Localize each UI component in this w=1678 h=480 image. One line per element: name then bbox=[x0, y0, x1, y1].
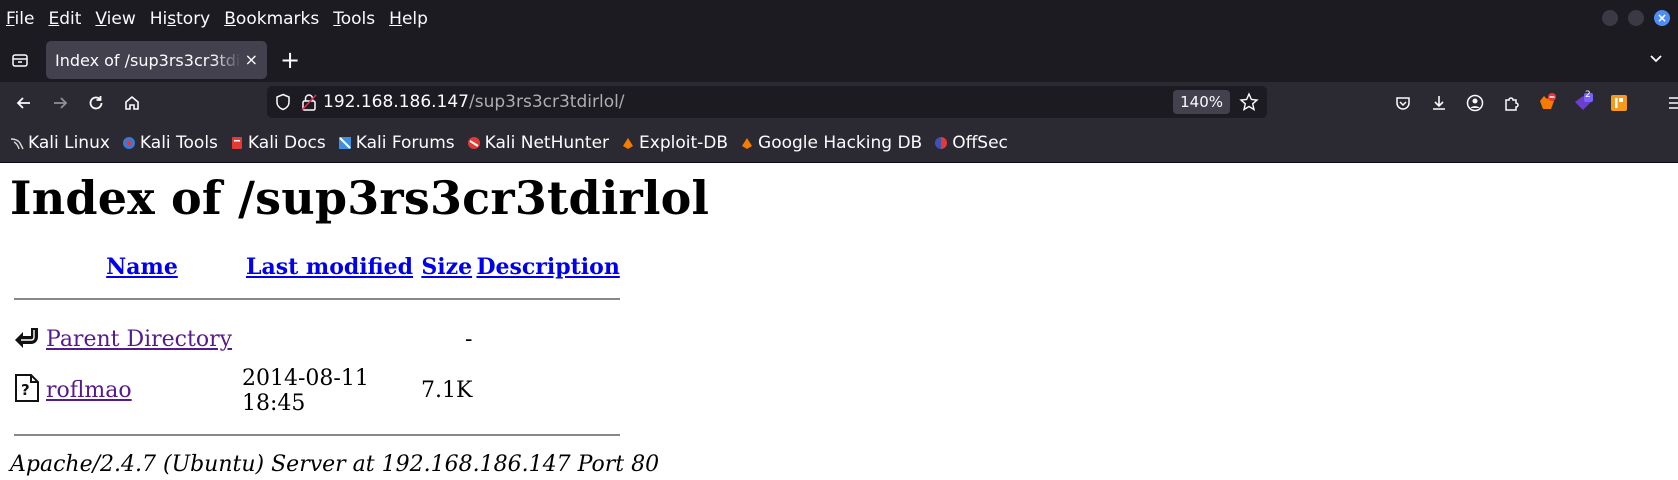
extension-badge-button[interactable]: 2 bbox=[1572, 90, 1594, 114]
foxyproxy-button[interactable] bbox=[1536, 92, 1558, 114]
row-size: - bbox=[465, 327, 473, 353]
bookmark-star-icon[interactable] bbox=[1239, 92, 1259, 112]
divider-row bbox=[14, 286, 620, 318]
puzzle-icon bbox=[1505, 97, 1519, 111]
home-button[interactable] bbox=[114, 94, 150, 112]
menu-help[interactable]: Help bbox=[382, 9, 435, 29]
sort-by-size-link[interactable]: Size bbox=[421, 254, 472, 280]
table-header-row: Name Last modified Size Description bbox=[14, 250, 620, 284]
orange-extension-icon bbox=[1611, 95, 1627, 111]
minimize-window-button[interactable] bbox=[1602, 10, 1618, 26]
row-modified bbox=[242, 320, 417, 360]
kali-forums-icon bbox=[338, 137, 351, 149]
row-size: 7.1K bbox=[421, 378, 473, 404]
hamburger-menu-icon bbox=[1669, 97, 1678, 109]
menu-bookmarks[interactable]: Bookmarks bbox=[217, 9, 326, 29]
home-icon bbox=[125, 95, 139, 110]
tab-title: Index of /sup3rs3cr3tdirlol bbox=[55, 50, 241, 70]
divider bbox=[14, 433, 620, 436]
menu-history[interactable]: History bbox=[143, 9, 218, 29]
app-menu-button[interactable] bbox=[1664, 92, 1678, 114]
page-content: Index of /sup3rs3cr3tdirlol Name Last mo… bbox=[0, 173, 1678, 477]
tab-active[interactable]: Index of /sup3rs3cr3tdirlol × bbox=[46, 41, 267, 79]
ghdb-icon bbox=[742, 138, 753, 149]
back-arrow-icon bbox=[15, 327, 38, 348]
divider bbox=[14, 297, 620, 300]
toolbar-right: 2 bbox=[1392, 90, 1678, 114]
bookmark-kali-forums[interactable]: Kali Forums bbox=[338, 133, 455, 153]
account-icon bbox=[1466, 94, 1484, 112]
fox-extension-icon bbox=[1540, 93, 1556, 109]
url-text[interactable]: 192.168.186.147/sup3rs3cr3tdirlol/ bbox=[323, 92, 625, 112]
back-button[interactable] bbox=[6, 94, 42, 112]
server-signature: Apache/2.4.7 (Ubuntu) Server at 192.168.… bbox=[10, 451, 660, 477]
bookmark-kali-docs[interactable]: Kali Docs bbox=[230, 133, 326, 153]
page-heading: Index of /sup3rs3cr3tdirlol bbox=[10, 171, 710, 225]
hackbar-button[interactable] bbox=[1608, 92, 1630, 114]
directory-listing-table: Name Last modified Size Description Pare… bbox=[10, 248, 624, 444]
bookmark-google-hacking-db[interactable]: Google Hacking DB bbox=[740, 133, 922, 153]
chevron-down-icon[interactable] bbox=[1648, 50, 1664, 66]
kali-dragon-icon bbox=[10, 138, 24, 150]
firefox-view-icon[interactable] bbox=[11, 51, 29, 69]
pocket-button[interactable] bbox=[1392, 92, 1414, 114]
insecure-lock-icon[interactable] bbox=[301, 93, 317, 111]
extension-badge-count: 2 bbox=[1585, 90, 1591, 100]
kali-nethunter-icon bbox=[467, 137, 480, 149]
parent-directory-link[interactable]: Parent Directory bbox=[46, 327, 232, 352]
table-row: Parent Directory - bbox=[14, 320, 620, 360]
icon-column-header bbox=[14, 250, 42, 284]
divider-row bbox=[14, 422, 620, 442]
maximize-window-button[interactable] bbox=[1628, 10, 1644, 26]
back-arrow-icon bbox=[16, 97, 30, 109]
sort-by-description-link[interactable]: Description bbox=[476, 254, 619, 280]
kali-tools-icon bbox=[122, 137, 135, 149]
kali-docs-icon bbox=[231, 137, 242, 149]
menu-tools[interactable]: Tools bbox=[326, 9, 382, 29]
sort-by-name-link[interactable]: Name bbox=[106, 254, 178, 280]
account-button[interactable] bbox=[1464, 92, 1486, 114]
browser-chrome: File Edit View History Bookmarks Tools H… bbox=[0, 0, 1678, 163]
bookmark-kali-nethunter[interactable]: Kali NetHunter bbox=[467, 133, 609, 153]
pocket-icon bbox=[1396, 97, 1410, 110]
unknown-file-icon: ? bbox=[15, 373, 39, 402]
bookmark-kali-linux[interactable]: Kali Linux bbox=[10, 133, 110, 153]
row-modified: 2014-08-11 18:45 bbox=[242, 365, 369, 416]
tab-bar: Index of /sup3rs3cr3tdirlol × + bbox=[0, 38, 1678, 82]
forward-arrow-icon bbox=[54, 97, 68, 109]
row-description bbox=[476, 320, 619, 360]
shield-icon[interactable] bbox=[275, 93, 291, 111]
bookmark-offsec[interactable]: OffSec bbox=[934, 133, 1008, 153]
download-icon bbox=[1433, 96, 1445, 110]
svg-text:?: ? bbox=[21, 381, 30, 399]
table-row: ? roflmao 2014-08-11 18:45 7.1K bbox=[14, 362, 620, 420]
reload-button[interactable] bbox=[78, 94, 114, 112]
forward-button[interactable] bbox=[42, 94, 78, 112]
menu-edit[interactable]: Edit bbox=[41, 9, 88, 29]
reload-icon bbox=[89, 96, 103, 110]
file-link-roflmao[interactable]: roflmao bbox=[46, 378, 132, 403]
row-description bbox=[476, 362, 619, 420]
new-tab-button[interactable]: + bbox=[280, 46, 300, 74]
menu-view[interactable]: View bbox=[88, 9, 142, 29]
menu-bar: File Edit View History Bookmarks Tools H… bbox=[0, 0, 1678, 38]
extensions-button[interactable] bbox=[1500, 92, 1522, 114]
nav-bar: 192.168.186.147/sup3rs3cr3tdirlol/ 140% … bbox=[0, 82, 1678, 124]
bookmarks-toolbar: Kali Linux Kali Tools Kali Docs Kali For… bbox=[0, 124, 1678, 163]
zoom-level-button[interactable]: 140% bbox=[1173, 90, 1230, 114]
close-window-button[interactable]: × bbox=[1654, 10, 1670, 26]
menu-file[interactable]: File bbox=[0, 9, 41, 29]
bookmark-kali-tools[interactable]: Kali Tools bbox=[122, 133, 218, 153]
downloads-button[interactable] bbox=[1428, 92, 1450, 114]
offsec-icon bbox=[935, 137, 948, 149]
tab-close-button[interactable]: × bbox=[245, 50, 258, 69]
url-bar[interactable]: 192.168.186.147/sup3rs3cr3tdirlol/ 140% bbox=[267, 86, 1267, 118]
exploit-db-icon bbox=[623, 138, 634, 149]
sort-by-modified-link[interactable]: Last modified bbox=[246, 254, 413, 280]
bookmark-exploit-db[interactable]: Exploit-DB bbox=[621, 133, 728, 153]
window-controls: × bbox=[1602, 10, 1670, 26]
